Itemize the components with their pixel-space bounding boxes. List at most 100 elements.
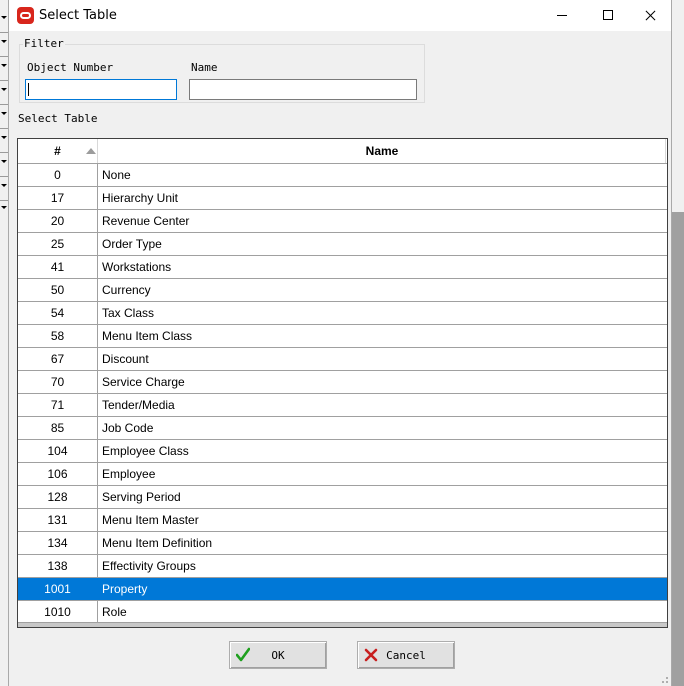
cell-number: 85 — [18, 417, 98, 439]
table-grid[interactable]: # Name 0 None 17 Hierarchy Unit 20 Revenue Ce… — [17, 138, 668, 628]
table-row[interactable]: 17 Hierarchy Unit — [18, 186, 667, 209]
dropdown-arrow-icon — [1, 64, 7, 67]
table-row[interactable]: 1010 Role — [18, 600, 667, 623]
sort-ascending-icon — [86, 148, 96, 154]
divider — [0, 200, 8, 201]
table-row[interactable]: 85 Job Code — [18, 416, 667, 439]
cell-number: 71 — [18, 394, 98, 416]
divider — [0, 104, 8, 105]
table-row[interactable]: 20 Revenue Center — [18, 209, 667, 232]
table-header: # Name — [18, 139, 667, 163]
cell-number: 54 — [18, 302, 98, 324]
table-row[interactable]: 67 Discount — [18, 347, 667, 370]
cell-number: 104 — [18, 440, 98, 462]
table-row[interactable]: 58 Menu Item Class — [18, 324, 667, 347]
text-cursor — [28, 83, 29, 96]
cell-number: 50 — [18, 279, 98, 301]
table-row[interactable]: 41 Workstations — [18, 255, 667, 278]
object-number-label: Object Number — [27, 61, 114, 74]
title-bar[interactable]: Select Table — [9, 0, 671, 31]
cancel-button[interactable]: Cancel — [357, 641, 455, 669]
cancel-button-label: Cancel — [386, 649, 426, 662]
resize-grip-icon[interactable] — [659, 674, 669, 684]
table-footer — [18, 622, 667, 627]
maximize-button[interactable] — [585, 0, 631, 31]
dropdown-arrow-icon — [1, 88, 7, 91]
cell-name: Workstations — [102, 260, 172, 274]
background-window-right — [672, 0, 684, 686]
divider — [0, 80, 8, 81]
table-row[interactable]: 1001 Property — [18, 577, 667, 600]
cell-name: Service Charge — [102, 375, 185, 389]
cell-number: 20 — [18, 210, 98, 232]
divider — [0, 128, 8, 129]
name-label: Name — [191, 61, 218, 74]
column-header-number-label: # — [54, 144, 61, 158]
table-row[interactable]: 54 Tax Class — [18, 301, 667, 324]
ok-button-label: OK — [271, 649, 285, 662]
dropdown-arrow-icon — [1, 112, 7, 115]
table-row[interactable]: 71 Tender/Media — [18, 393, 667, 416]
table-row[interactable]: 134 Menu Item Definition — [18, 531, 667, 554]
cell-number: 0 — [18, 164, 98, 186]
cell-name: Employee Class — [102, 444, 189, 458]
cell-name: Property — [102, 582, 148, 596]
cell-number: 106 — [18, 463, 98, 485]
divider — [0, 56, 8, 57]
table-body: 0 None 17 Hierarchy Unit 20 Revenue Center 25 O… — [18, 163, 667, 623]
close-button[interactable] — [631, 0, 671, 31]
background-panel — [672, 212, 684, 686]
cell-name: Serving Period — [102, 490, 181, 504]
cell-number: 17 — [18, 187, 98, 209]
cell-name: Hierarchy Unit — [102, 191, 179, 205]
column-header-name[interactable]: Name — [99, 139, 666, 163]
object-number-input[interactable] — [25, 79, 177, 100]
select-table-label: Select Table — [18, 112, 98, 125]
cell-number: 58 — [18, 325, 98, 347]
dropdown-arrow-icon — [1, 206, 7, 209]
dropdown-arrow-icon — [1, 40, 7, 43]
cell-number: 131 — [18, 509, 98, 531]
cell-name: Menu Item Master — [102, 513, 199, 527]
divider — [0, 176, 8, 177]
ok-button[interactable]: OK — [229, 641, 327, 669]
cell-number: 138 — [18, 555, 98, 577]
table-row[interactable]: 25 Order Type — [18, 232, 667, 255]
cell-number: 25 — [18, 233, 98, 255]
name-input[interactable] — [189, 79, 417, 100]
cell-name: Order Type — [102, 237, 162, 251]
table-row[interactable]: 50 Currency — [18, 278, 667, 301]
dropdown-arrow-icon — [1, 184, 7, 187]
filter-group-label: Filter — [23, 37, 65, 50]
table-row[interactable]: 70 Service Charge — [18, 370, 667, 393]
table-row[interactable]: 106 Employee — [18, 462, 667, 485]
table-row[interactable]: 131 Menu Item Master — [18, 508, 667, 531]
cell-name: Effectivity Groups — [102, 559, 196, 573]
table-row[interactable]: 128 Serving Period — [18, 485, 667, 508]
cell-name: Tender/Media — [102, 398, 175, 412]
table-row[interactable]: 138 Effectivity Groups — [18, 554, 667, 577]
column-header-number[interactable]: # — [18, 139, 98, 163]
cell-name: Currency — [102, 283, 151, 297]
cell-number: 70 — [18, 371, 98, 393]
cell-name: None — [102, 168, 131, 182]
cell-name: Revenue Center — [102, 214, 190, 228]
cell-number: 41 — [18, 256, 98, 278]
divider — [0, 32, 8, 33]
cell-name: Menu Item Definition — [102, 536, 213, 550]
cell-name: Employee — [102, 467, 156, 481]
table-row[interactable]: 104 Employee Class — [18, 439, 667, 462]
cell-number: 128 — [18, 486, 98, 508]
cell-name: Job Code — [102, 421, 154, 435]
cell-name: Menu Item Class — [102, 329, 193, 343]
dropdown-arrow-icon — [1, 160, 7, 163]
minimize-button[interactable] — [539, 0, 585, 31]
background-window-left — [0, 0, 8, 686]
cell-number: 1010 — [18, 601, 98, 623]
dropdown-arrow-icon — [1, 136, 7, 139]
oracle-icon — [17, 7, 34, 24]
select-table-dialog: Select Table Filter Object Number Name S… — [8, 0, 672, 686]
divider — [0, 152, 8, 153]
cell-name: Tax Class — [102, 306, 155, 320]
table-row[interactable]: 0 None — [18, 163, 667, 186]
